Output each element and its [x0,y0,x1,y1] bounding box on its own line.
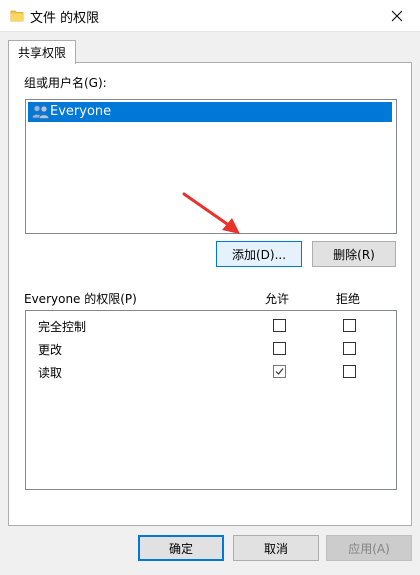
users-icon [31,105,50,119]
check-icon [275,368,284,375]
permissions-label: Everyone 的权限(P) [24,292,137,306]
tab-share-permissions[interactable]: 共享权限 [8,40,76,64]
close-button[interactable] [374,0,420,31]
permission-row-read: 读取 [26,361,396,383]
remove-button[interactable]: 删除(R) [312,241,396,267]
list-item-everyone[interactable]: Everyone [28,102,392,122]
users-list[interactable]: Everyone [25,99,397,234]
permission-row-change: 更改 [26,338,396,360]
ok-button[interactable]: 确定 [138,535,224,561]
deny-checkbox[interactable] [343,319,356,332]
title-bar: 文件 的权限 [0,0,420,32]
permissions-list: 完全控制 更改 读取 [25,310,397,490]
allow-column-header: 允许 [265,292,290,306]
allow-checkbox[interactable] [273,365,286,378]
deny-column-header: 拒绝 [336,292,361,306]
users-group-label: 组或用户名(G): [24,76,107,90]
permission-name: 读取 [38,366,63,380]
tab-panel: 组或用户名(G): Everyone 添加(D)... 删除(R) Everyo… [8,62,412,526]
deny-checkbox[interactable] [343,365,356,378]
allow-checkbox[interactable] [273,342,286,355]
permission-name: 更改 [38,343,63,357]
apply-button[interactable]: 应用(A) [326,535,412,561]
deny-checkbox[interactable] [343,342,356,355]
add-button[interactable]: 添加(D)... [216,241,302,267]
tab-label: 共享权限 [17,46,66,60]
folder-icon [10,10,24,22]
permission-row-full-control: 完全控制 [26,315,396,337]
close-icon [391,10,403,21]
cancel-button[interactable]: 取消 [233,535,319,561]
allow-checkbox[interactable] [273,319,286,332]
list-item-label: Everyone [50,104,112,119]
window-title: 文件 的权限 [30,11,100,26]
permission-name: 完全控制 [38,320,87,334]
